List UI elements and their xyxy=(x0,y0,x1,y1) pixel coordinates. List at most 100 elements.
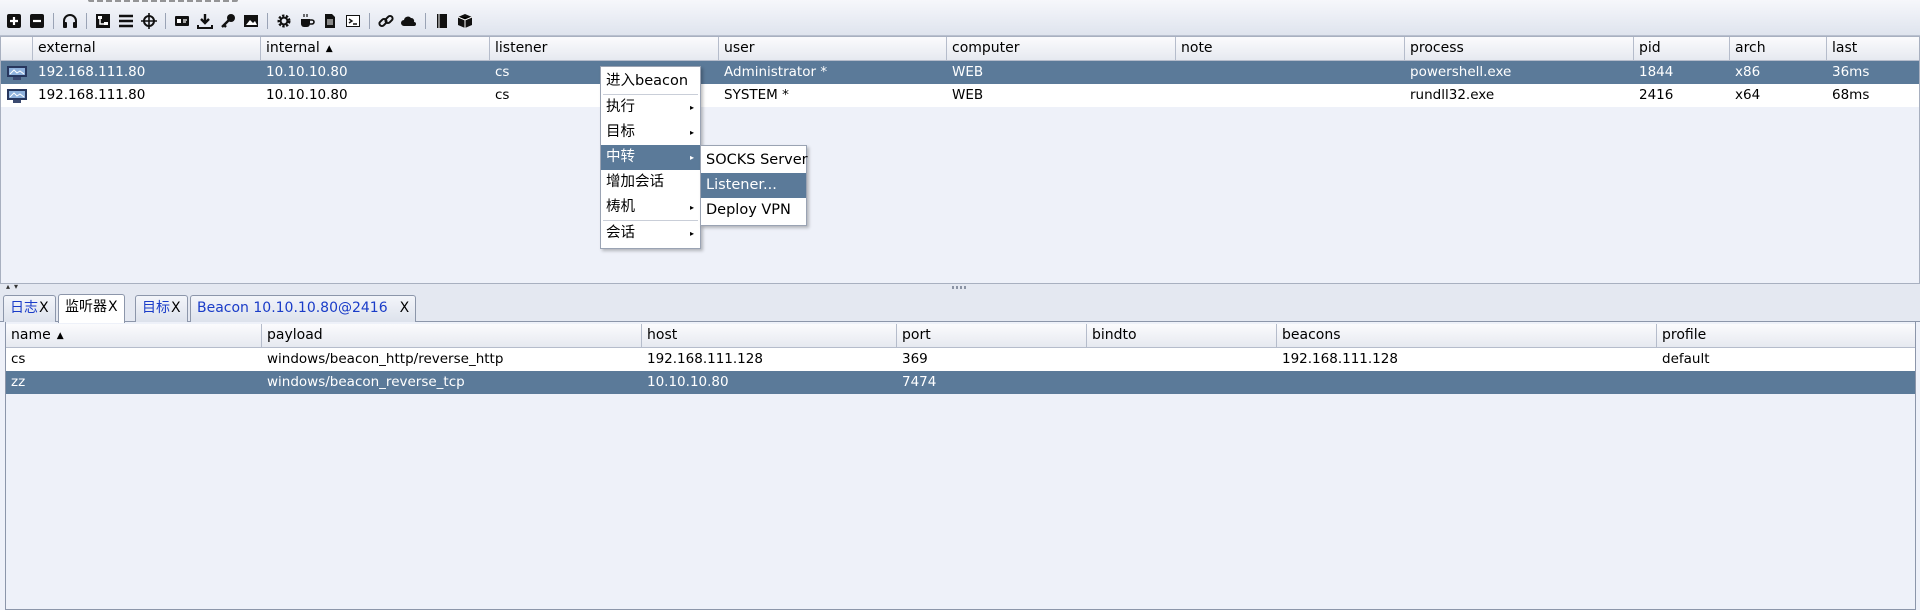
sort-ascending-icon: ▲ xyxy=(56,331,64,341)
screenshot-icon[interactable] xyxy=(241,11,261,31)
column-header-external[interactable]: external xyxy=(33,37,261,61)
column-header-internal[interactable]: internal ▲ xyxy=(261,37,490,61)
cell-computer: WEB xyxy=(952,87,984,103)
graph-view-icon[interactable] xyxy=(93,11,113,31)
column-header-host[interactable]: host xyxy=(642,324,897,348)
column-label: user xyxy=(724,40,755,56)
column-header-pid[interactable]: pid xyxy=(1634,37,1730,61)
column-label: external xyxy=(38,40,96,56)
cell-external: 192.168.111.80 xyxy=(38,64,146,80)
panel-splitter[interactable]: ▴▾ xyxy=(0,282,1920,292)
cell-profile xyxy=(1657,371,1915,394)
computer-session-icon xyxy=(1,84,33,107)
toolbar-separator xyxy=(425,13,426,29)
column-header-user[interactable]: user xyxy=(719,37,947,61)
tab-label: 目标 xyxy=(142,300,170,316)
column-header-listener[interactable]: listener xyxy=(490,37,719,61)
column-label: beacons xyxy=(1282,327,1341,343)
column-header-computer[interactable]: computer xyxy=(947,37,1176,61)
cell-process: powershell.exe xyxy=(1410,64,1512,80)
column-header-beacons[interactable]: beacons xyxy=(1277,324,1657,348)
listeners-table-header: name ▲ payload host port bindto beacons p… xyxy=(6,324,1915,348)
cell-payload: windows/beacon_http/reverse_http xyxy=(267,351,504,367)
column-label: computer xyxy=(952,40,1020,56)
cloud-icon[interactable] xyxy=(399,11,419,31)
cell-profile: default xyxy=(1662,351,1710,367)
menu-item-session[interactable]: 会话 ▸ xyxy=(601,221,700,246)
tab-targets[interactable]: 目标X xyxy=(135,295,188,322)
key-icon[interactable] xyxy=(218,11,238,31)
menu-item-label: SOCKS Server xyxy=(706,152,808,168)
column-header-payload[interactable]: payload xyxy=(262,324,642,348)
column-label: last xyxy=(1832,40,1858,56)
settings-icon[interactable] xyxy=(274,11,294,31)
menu-item-deploy-vpn[interactable]: Deploy VPN xyxy=(701,198,806,223)
cell-last: 36ms xyxy=(1832,64,1870,80)
sessions-table: external internal ▲ listener user compute… xyxy=(0,36,1920,284)
tab-beacon[interactable]: Beacon 10.10.10.80@2416 X xyxy=(190,295,417,322)
console-icon[interactable] xyxy=(343,11,363,31)
menu-item-execute[interactable]: 执行 ▸ xyxy=(601,95,700,120)
menu-item-label: 会话 xyxy=(606,225,635,241)
cell-process: rundll32.exe xyxy=(1410,87,1495,103)
column-header-last[interactable]: last xyxy=(1827,37,1919,61)
splitter-grip[interactable] xyxy=(952,286,968,289)
listener-row[interactable]: zz windows/beacon_reverse_tcp 10.10.10.8… xyxy=(6,371,1915,394)
menu-item-pivoting[interactable]: 中转 ▸ xyxy=(601,145,700,170)
close-icon[interactable]: X xyxy=(171,300,181,316)
menu-item-label: 中转 xyxy=(606,149,635,165)
menu-item-session-group[interactable]: 梼机 ▸ xyxy=(601,195,700,220)
listener-row[interactable]: cs windows/beacon_http/reverse_http 192.… xyxy=(6,348,1915,371)
menu-item-listener[interactable]: Listener... xyxy=(701,173,806,198)
session-row[interactable]: 192.168.111.80 10.10.10.80 cs SYSTEM * W… xyxy=(1,84,1919,107)
close-icon[interactable]: X xyxy=(39,300,49,316)
session-list-icon[interactable] xyxy=(116,11,136,31)
column-label: process xyxy=(1410,40,1464,56)
column-label: note xyxy=(1181,40,1213,56)
cell-internal: 10.10.10.80 xyxy=(266,64,348,80)
pivoting-submenu: SOCKS Server Listener... Deploy VPN xyxy=(700,145,808,226)
cell-beacons xyxy=(1277,371,1657,394)
connect-icon[interactable] xyxy=(4,11,24,31)
submenu-arrow-icon: ▸ xyxy=(689,128,694,137)
cell-name: zz xyxy=(11,374,26,390)
column-header-port[interactable]: port xyxy=(897,324,1087,348)
document-icon[interactable] xyxy=(320,11,340,31)
cell-user: Administrator * xyxy=(724,64,828,80)
menu-item-interact[interactable]: 进入beacon xyxy=(601,69,700,94)
web-drive-by-icon[interactable] xyxy=(297,11,317,31)
column-header-arch[interactable]: arch xyxy=(1730,37,1827,61)
column-header-process[interactable]: process xyxy=(1405,37,1634,61)
target-icon[interactable] xyxy=(139,11,159,31)
headset-icon[interactable] xyxy=(60,11,80,31)
disconnect-icon[interactable] xyxy=(27,11,47,31)
close-icon[interactable]: X xyxy=(108,299,118,315)
package-icon[interactable] xyxy=(455,11,475,31)
tab-listeners[interactable]: 监听器X xyxy=(58,294,125,323)
cell-host: 10.10.10.80 xyxy=(647,374,729,390)
listeners-table: name ▲ payload host port bindto beacons p… xyxy=(5,322,1916,610)
column-header-note[interactable]: note xyxy=(1176,37,1405,61)
menu-item-socks-server[interactable]: SOCKS Server xyxy=(701,148,808,173)
credentials-icon[interactable] xyxy=(172,11,192,31)
sessions-table-header: external internal ▲ listener user compute… xyxy=(1,37,1919,61)
tab-event-log[interactable]: 日志X xyxy=(3,295,56,322)
menu-item-explore[interactable]: 目标 ▸ xyxy=(601,120,700,145)
submenu-arrow-icon: ▸ xyxy=(689,203,694,212)
splitter-arrows-icon[interactable]: ▴▾ xyxy=(6,282,22,291)
link-icon[interactable] xyxy=(376,11,396,31)
tab-bar: 日志X 监听器X 目标X Beacon 10.10.10.80@2416 X xyxy=(0,292,1920,323)
column-header-profile[interactable]: profile xyxy=(1657,324,1915,348)
column-label: internal xyxy=(266,40,320,56)
menu-item-spawn[interactable]: 增加会话 xyxy=(601,170,700,195)
close-icon[interactable]: X xyxy=(400,300,410,316)
session-row[interactable]: 192.168.111.80 10.10.10.80 cs Administra… xyxy=(1,61,1919,84)
book-icon[interactable] xyxy=(432,11,452,31)
column-label: port xyxy=(902,327,931,343)
session-context-menu: 进入beacon 执行 ▸ 目标 ▸ 中转 ▸ 增加会话 梼机 ▸ 会话 ▸ xyxy=(600,66,701,249)
column-header-name[interactable]: name ▲ xyxy=(6,324,262,348)
cell-bindto xyxy=(1087,371,1277,394)
download-icon[interactable] xyxy=(195,11,215,31)
column-header-bindto[interactable]: bindto xyxy=(1087,324,1277,348)
sort-ascending-icon: ▲ xyxy=(325,44,333,54)
